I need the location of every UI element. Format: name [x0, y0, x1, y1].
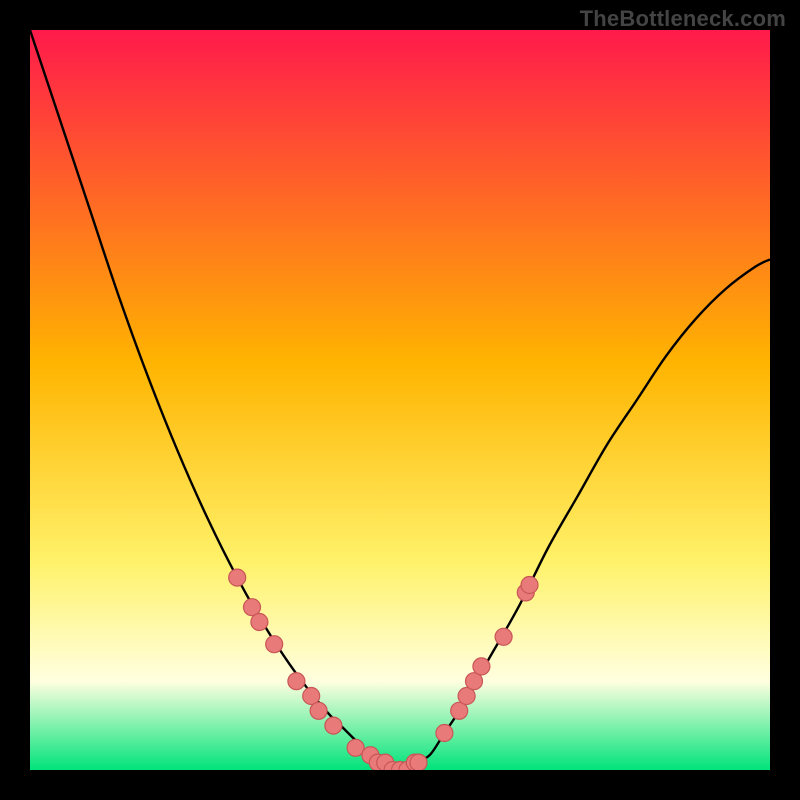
chart-svg [30, 30, 770, 770]
data-point [495, 628, 512, 645]
data-point [229, 569, 246, 586]
data-point [521, 577, 538, 594]
data-point [266, 636, 283, 653]
data-point [436, 725, 453, 742]
plot-area [30, 30, 770, 770]
watermark-text: TheBottleneck.com [580, 6, 786, 32]
data-point [410, 754, 427, 770]
gradient-background [30, 30, 770, 770]
data-point [473, 658, 490, 675]
chart-frame: TheBottleneck.com [0, 0, 800, 800]
data-point [310, 702, 327, 719]
data-point [251, 614, 268, 631]
data-point [288, 673, 305, 690]
data-point [325, 717, 342, 734]
